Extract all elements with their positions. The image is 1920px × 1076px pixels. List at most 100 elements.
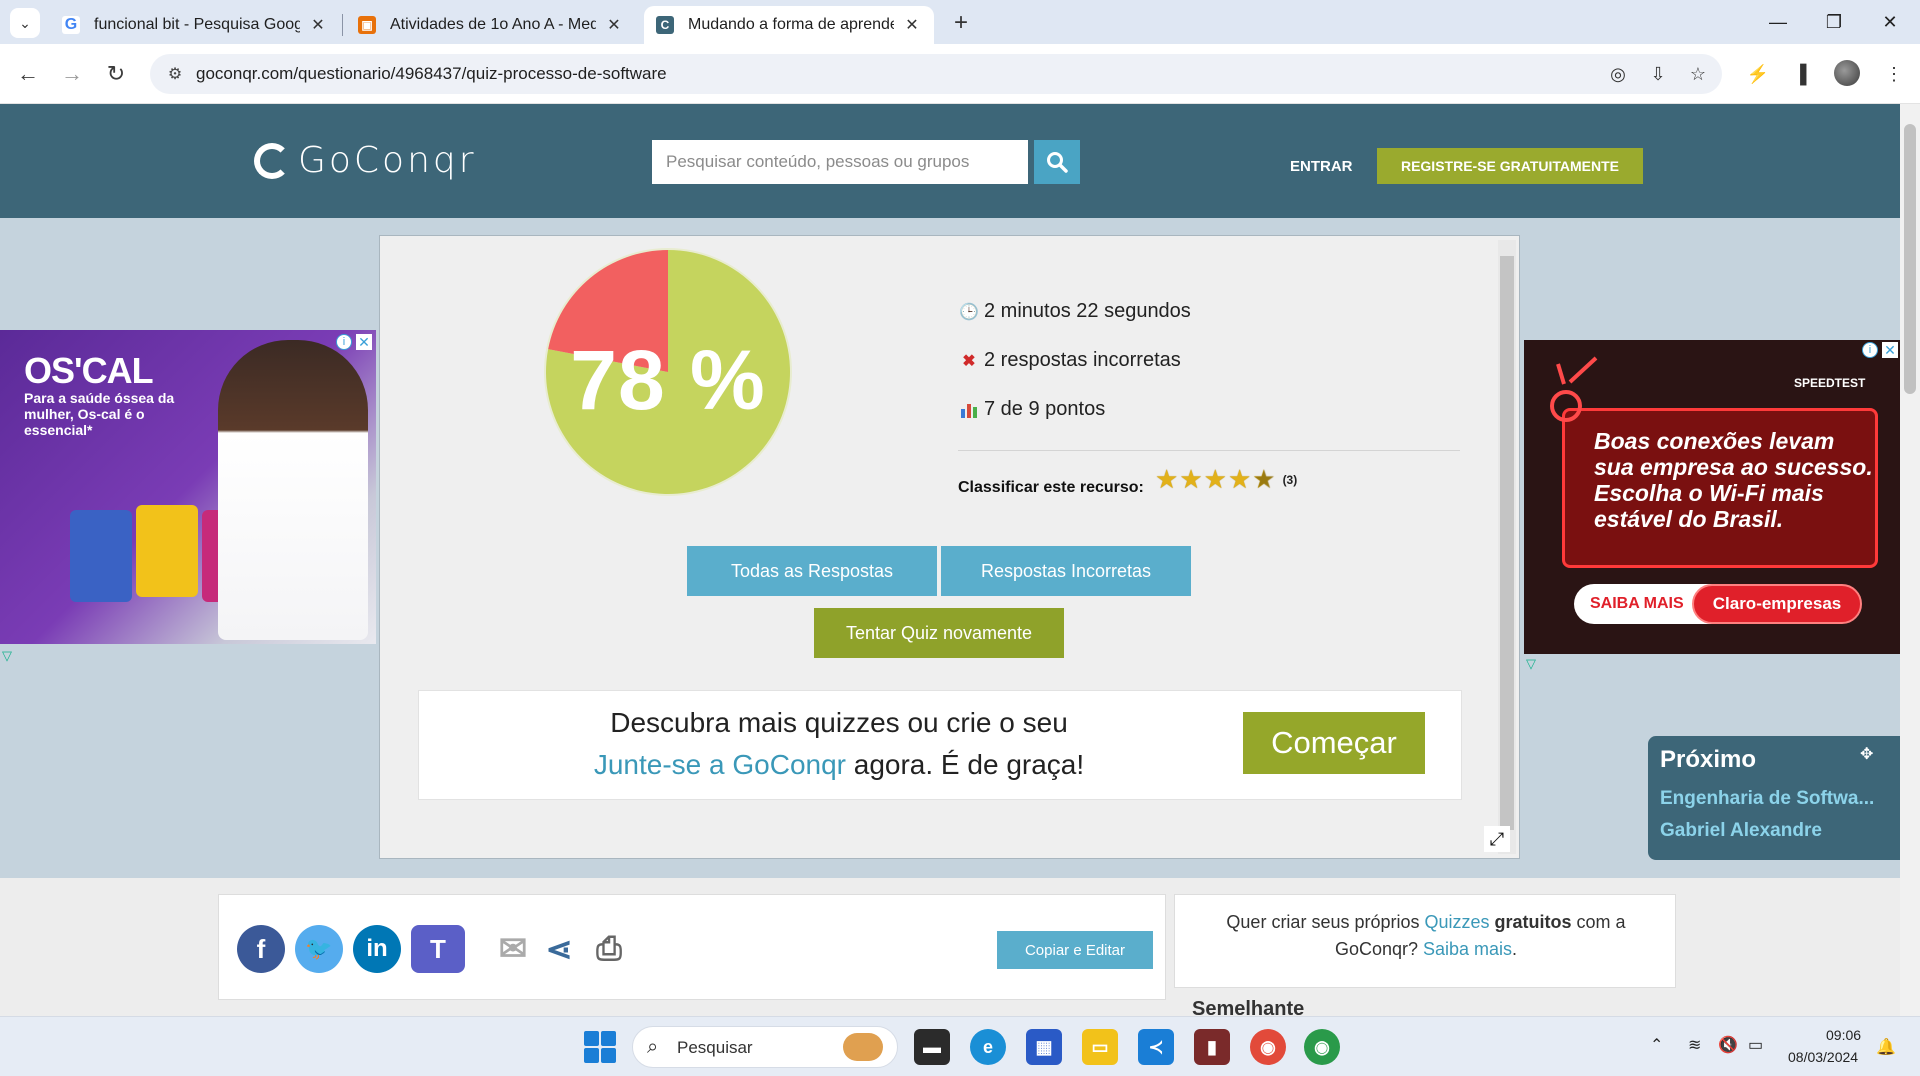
ad-info-icon[interactable]: i: [336, 334, 352, 350]
logo-text: GoConqr: [298, 140, 477, 181]
quiz-results-card: 78 % 🕒 2 minutos 22 segundos ✖ 2 respost…: [379, 235, 1520, 859]
avatar[interactable]: [1834, 60, 1860, 86]
move-icon[interactable]: ✥: [1860, 744, 1873, 764]
clock-time[interactable]: 09:06: [1826, 1027, 1861, 1043]
facebook-icon[interactable]: f: [237, 925, 285, 973]
ad-marker-icon: ▽: [2, 648, 12, 663]
similar-section-title: Semelhante: [1192, 998, 1305, 1016]
goconqr-logo-icon: [254, 142, 290, 179]
bookmark-star-icon[interactable]: ☆: [1686, 62, 1710, 86]
email-icon[interactable]: ✉: [489, 925, 537, 973]
speaker-muted-icon[interactable]: 🔇: [1718, 1035, 1738, 1055]
clock-date[interactable]: 08/03/2024: [1788, 1049, 1858, 1065]
page-scrollbar-thumb[interactable]: [1904, 124, 1916, 394]
incorrect-answers-button[interactable]: Respostas Incorretas: [941, 546, 1191, 596]
classroom-icon: ▣: [358, 16, 376, 34]
wifi-icon[interactable]: ≋: [1688, 1035, 1701, 1055]
next-author-link[interactable]: Gabriel Alexandre: [1660, 820, 1822, 842]
tab-goconqr[interactable]: C Mudando a forma de aprender ✕: [644, 6, 934, 44]
kebab-menu-icon[interactable]: ⋮: [1880, 60, 1908, 88]
ad-close-icon[interactable]: ✕: [1882, 342, 1898, 358]
next-quiz-link[interactable]: Engenharia de Softwa...: [1660, 788, 1896, 810]
chevron-up-icon[interactable]: ⌃: [1650, 1035, 1663, 1055]
ad-info-icon[interactable]: i: [1862, 342, 1878, 358]
side-panel-icon[interactable]: ▐: [1786, 60, 1814, 88]
reload-button[interactable]: ↻: [98, 56, 134, 92]
ad-banner-right[interactable]: SPEEDTEST Boas conexões levam sua empres…: [1524, 340, 1900, 654]
cta-subline-text: agora. É de graça!: [845, 749, 1085, 780]
register-button[interactable]: REGISTRE-SE GRATUITAMENTE: [1377, 148, 1643, 184]
twitter-icon[interactable]: 🐦: [295, 925, 343, 973]
rating-count: (3): [1282, 472, 1298, 487]
star-icon[interactable]: ★: [1155, 464, 1178, 495]
tab-google-search[interactable]: G funcional bit - Pesquisa Google ✕: [50, 6, 340, 44]
ad-claro-button[interactable]: Claro-empresas: [1692, 584, 1862, 624]
windows-start-icon[interactable]: [584, 1031, 616, 1063]
fullscreen-icon[interactable]: ⤢: [1484, 826, 1510, 852]
install-app-icon[interactable]: ⇩: [1646, 62, 1670, 86]
notification-bell-icon[interactable]: 🔔: [1876, 1037, 1896, 1057]
all-answers-button[interactable]: Todas as Respostas: [687, 546, 937, 596]
join-link[interactable]: Junte-se a GoConqr: [594, 749, 846, 780]
site-info-icon[interactable]: ⚙: [164, 63, 186, 85]
tab-atividades[interactable]: ▣ Atividades de 1o Ano A - Medi ✕: [346, 6, 636, 44]
new-tab-button[interactable]: +: [944, 6, 978, 40]
learn-more-link[interactable]: Saiba mais: [1423, 939, 1512, 959]
url-text[interactable]: goconqr.com/questionario/4968437/quiz-pr…: [196, 64, 667, 84]
close-window-button[interactable]: ✕: [1862, 0, 1918, 44]
next-title: Próximo: [1660, 746, 1757, 773]
promo-text: Quer criar seus próprios Quizzes gratuit…: [1195, 909, 1657, 963]
ad-close-icon[interactable]: ✕: [356, 334, 372, 350]
eye-off-icon[interactable]: ◎: [1606, 62, 1630, 86]
reload-icon: ↻: [106, 61, 126, 86]
star-icon[interactable]: ★: [1204, 464, 1227, 495]
promo-bold: gratuitos: [1489, 912, 1572, 932]
books-app-icon[interactable]: ▮: [1194, 1029, 1230, 1065]
promo-prefix: Quer criar seus próprios: [1226, 912, 1425, 932]
close-icon[interactable]: ✕: [902, 15, 922, 35]
card-scrollbar-thumb[interactable]: [1500, 256, 1514, 830]
tab-title: Mudando a forma de aprender: [688, 16, 894, 33]
tab-search-button[interactable]: ⌄: [10, 8, 40, 38]
extensions-icon[interactable]: ⚡: [1744, 60, 1772, 88]
vscode-icon[interactable]: ≺: [1138, 1029, 1174, 1065]
minimize-button[interactable]: —: [1750, 0, 1806, 44]
goconqr-logo[interactable]: GoConqr: [254, 140, 477, 181]
store-icon[interactable]: ▦: [1026, 1029, 1062, 1065]
print-icon[interactable]: ⎙: [585, 925, 633, 973]
address-bar[interactable]: ⚙ goconqr.com/questionario/4968437/quiz-…: [150, 54, 1722, 94]
forward-button[interactable]: →: [54, 56, 90, 92]
ad-banner-left[interactable]: OS'CAL Para a saúde óssea da mulher, Os-…: [0, 330, 376, 644]
close-icon[interactable]: ✕: [604, 15, 624, 35]
chrome-icon[interactable]: ◉: [1250, 1029, 1286, 1065]
taskbar-search[interactable]: ⌕ Pesquisar: [632, 1026, 898, 1068]
terminal-icon[interactable]: ▬: [914, 1029, 950, 1065]
half-star-icon[interactable]: ★: [1252, 464, 1275, 495]
edge-icon[interactable]: e: [970, 1029, 1006, 1065]
cross-icon: ✖: [962, 352, 976, 370]
search-button[interactable]: [1034, 140, 1080, 184]
quizzes-link[interactable]: Quizzes: [1425, 912, 1490, 932]
back-button[interactable]: ←: [10, 56, 46, 92]
site-header: GoConqr ENTRAR REGISTRE-SE GRATUITAMENTE: [0, 104, 1900, 218]
copy-edit-button[interactable]: Copiar e Editar: [997, 931, 1153, 969]
star-icon[interactable]: ★: [1228, 464, 1251, 495]
login-link[interactable]: ENTRAR: [1290, 158, 1353, 175]
share-icon[interactable]: ⋖: [535, 925, 583, 973]
next-resource-panel[interactable]: Próximo ✥ Engenharia de Softwa... Gabrie…: [1648, 736, 1900, 860]
close-icon[interactable]: ✕: [308, 15, 328, 35]
ad-wifi-icon: [1550, 356, 1598, 422]
rating-stars[interactable]: ★ ★ ★ ★ ★ (3): [1155, 464, 1297, 495]
time-stat: 🕒 2 minutos 22 segundos: [958, 300, 1191, 323]
teams-icon[interactable]: T: [411, 925, 465, 973]
chrome-profile-icon[interactable]: ◉: [1304, 1029, 1340, 1065]
battery-icon[interactable]: ▭: [1748, 1035, 1763, 1055]
file-explorer-icon[interactable]: ▭: [1082, 1029, 1118, 1065]
linkedin-icon[interactable]: in: [353, 925, 401, 973]
star-icon[interactable]: ★: [1179, 464, 1202, 495]
product-box: [70, 510, 132, 602]
start-button[interactable]: Começar: [1243, 712, 1425, 774]
restore-button[interactable]: ❐: [1806, 0, 1862, 44]
search-input[interactable]: [652, 140, 1028, 184]
retry-quiz-button[interactable]: Tentar Quiz novamente: [814, 608, 1064, 658]
